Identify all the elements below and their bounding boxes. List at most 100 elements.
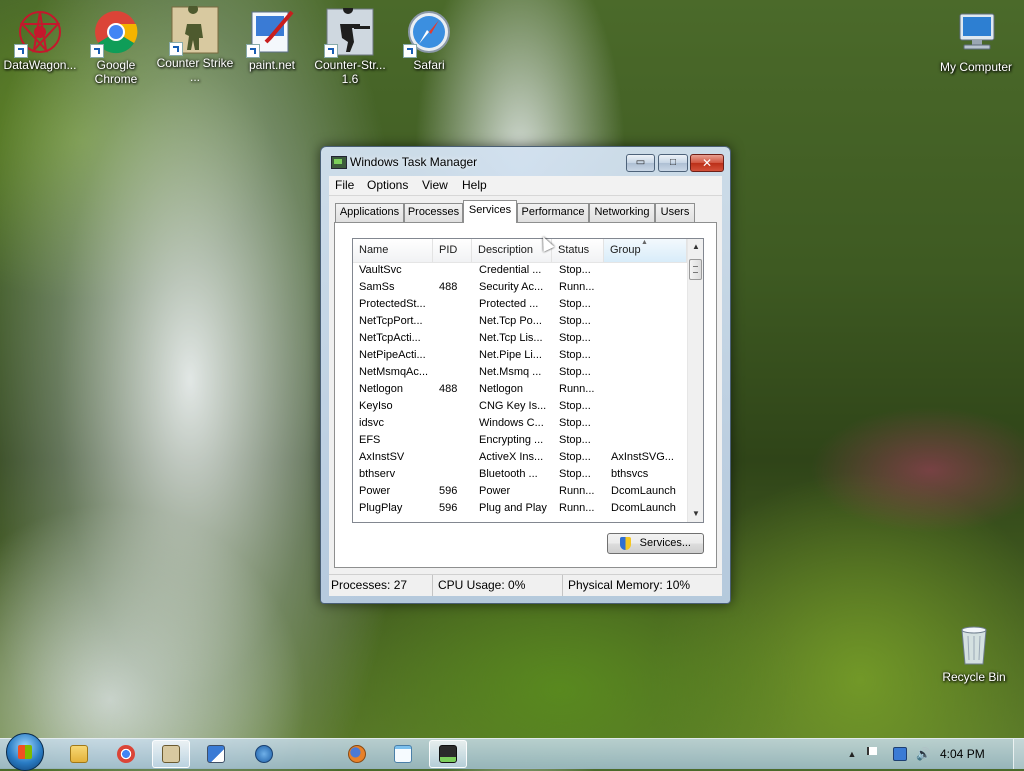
table-row[interactable]: SamSs 488 Security Ac... Runn... <box>353 280 687 297</box>
menu-bar: File Options View Help <box>329 176 722 196</box>
tab-services[interactable]: Services <box>463 200 517 223</box>
cell-description: Net.Msmq ... <box>479 366 542 378</box>
desktop-icon-label: Recycle Bin <box>942 670 1006 684</box>
menu-view[interactable]: View <box>422 178 448 192</box>
cell-group: DcomLaunch <box>611 485 676 497</box>
cell-status: Stop... <box>559 451 591 463</box>
sort-ascending-icon: ▲ <box>641 239 648 246</box>
table-row[interactable]: NetPipeActi... Net.Pipe Li... Stop... <box>353 348 687 365</box>
table-row[interactable]: KeyIso CNG Key Is... Stop... <box>353 399 687 416</box>
scroll-down-icon[interactable]: ▼ <box>688 506 703 522</box>
menu-file[interactable]: File <box>335 178 354 192</box>
taskbar-network[interactable] <box>245 740 283 768</box>
services-panel: Name PID Description Status Group ▲ Vaul… <box>334 222 717 568</box>
taskbar-clock[interactable]: 4:04 PM <box>940 747 985 761</box>
action-center-flag-icon[interactable] <box>867 747 877 755</box>
cell-status: Stop... <box>559 400 591 412</box>
my-computer-icon <box>952 10 1000 58</box>
taskbar-counter-strike[interactable] <box>152 740 190 768</box>
desktop-icon-my-computer[interactable]: My Computer <box>936 10 1016 74</box>
start-button[interactable] <box>6 733 44 771</box>
cell-status: Stop... <box>559 315 591 327</box>
desktop-icon-label: DataWagon... <box>3 58 77 72</box>
task-manager-icon <box>331 156 347 169</box>
table-row[interactable]: NetMsmqAc... Net.Msmq ... Stop... <box>353 365 687 382</box>
desktop-icon-google-chrome[interactable]: Google Chrome <box>76 8 156 86</box>
taskbar-paint-net[interactable] <box>197 740 235 768</box>
taskbar-notepad[interactable] <box>384 740 422 768</box>
table-row[interactable]: VaultSvc Credential ... Stop... <box>353 263 687 280</box>
column-header-status[interactable]: Status <box>552 239 604 262</box>
taskbar-firefox[interactable] <box>338 740 376 768</box>
taskbar-chrome[interactable] <box>107 740 145 768</box>
title-bar[interactable]: Windows Task Manager ▭ □ ✕ <box>321 147 730 175</box>
taskbar-explorer[interactable] <box>60 740 98 768</box>
column-header-pid[interactable]: PID <box>433 239 472 262</box>
taskbar: ▲ 🔊 4:04 PM <box>0 733 1024 771</box>
tab-networking[interactable]: Networking <box>589 203 655 222</box>
minimize-button[interactable]: ▭ <box>626 154 655 172</box>
close-button[interactable]: ✕ <box>690 154 724 172</box>
services-button[interactable]: Services... <box>607 533 704 554</box>
task-manager-window[interactable]: Windows Task Manager ▭ □ ✕ File Options … <box>320 146 731 604</box>
cell-description: Windows C... <box>479 417 544 429</box>
table-row[interactable]: EFS Encrypting ... Stop... <box>353 433 687 450</box>
counter-strike-icon <box>162 745 180 763</box>
list-header: Name PID Description Status Group ▲ <box>353 239 687 263</box>
menu-options[interactable]: Options <box>367 178 408 192</box>
table-row[interactable]: AxInstSV ActiveX Ins... Stop... AxInstSVG..… <box>353 450 687 467</box>
taskbar-task-manager[interactable] <box>429 740 467 768</box>
desktop-icon-datawagon[interactable]: DataWagon... <box>0 8 80 72</box>
tab-users[interactable]: Users <box>655 203 695 222</box>
tab-performance[interactable]: Performance <box>517 203 589 222</box>
desktop-icon-counter-strike[interactable]: Counter Strike ... <box>155 4 235 84</box>
cell-name: VaultSvc <box>359 264 402 276</box>
show-hidden-icons-icon[interactable]: ▲ <box>845 747 859 761</box>
desktop-icon-label: Google Chrome <box>94 58 138 86</box>
table-row[interactable]: NetTcpPort... Net.Tcp Po... Stop... <box>353 314 687 331</box>
cell-pid: 488 <box>439 281 458 293</box>
notepad-icon <box>394 745 412 763</box>
desktop-icon-counter-strike-16[interactable]: Counter-Str... 1.6 <box>310 4 390 86</box>
cell-name: PlugPlay <box>359 502 403 514</box>
cell-status: Stop... <box>559 434 591 446</box>
table-row[interactable]: NetTcpActi... Net.Tcp Lis... Stop... <box>353 331 687 348</box>
safari-icon <box>403 8 453 58</box>
cell-group: DcomLaunch <box>611 502 676 514</box>
status-cpu-usage: CPU Usage: 0% <box>432 575 562 596</box>
maximize-button[interactable]: □ <box>658 154 688 172</box>
table-row[interactable]: ProtectedSt... Protected ... Stop... <box>353 297 687 314</box>
table-row[interactable]: Netlogon 488 Netlogon Runn... <box>353 382 687 399</box>
desktop-icon-paint-net[interactable]: paint.net <box>232 8 312 72</box>
cell-name: Netlogon <box>359 383 404 395</box>
cell-description: Net.Pipe Li... <box>479 349 542 361</box>
table-row[interactable]: Power 596 Power Runn... DcomLaunch <box>353 484 687 501</box>
table-row[interactable]: idsvc Windows C... Stop... <box>353 416 687 433</box>
cell-name: AxInstSV <box>359 451 405 463</box>
cell-status: Stop... <box>559 468 591 480</box>
vertical-scrollbar[interactable]: ▲ ▼ <box>687 239 703 522</box>
client-area: Applications Processes Services Performa… <box>329 196 722 574</box>
desktop-icon-recycle-bin[interactable]: Recycle Bin <box>934 620 1014 684</box>
volume-icon[interactable]: 🔊 <box>916 747 931 761</box>
scrollbar-thumb[interactable] <box>689 259 702 280</box>
tab-processes[interactable]: Processes <box>404 203 463 222</box>
desktop-icon-safari[interactable]: Safari <box>389 8 469 72</box>
menu-help[interactable]: Help <box>462 178 487 192</box>
cell-status: Stop... <box>559 349 591 361</box>
column-header-name[interactable]: Name <box>353 239 433 262</box>
cell-name: ProtectedSt... <box>359 298 426 310</box>
tab-applications[interactable]: Applications <box>335 203 404 222</box>
chrome-icon <box>117 745 135 763</box>
cell-status: Runn... <box>559 383 595 395</box>
scroll-up-icon[interactable]: ▲ <box>688 239 703 255</box>
cell-description: Net.Tcp Lis... <box>479 332 543 344</box>
table-row[interactable]: bthserv Bluetooth ... Stop... bthsvcs <box>353 467 687 484</box>
services-list[interactable]: Name PID Description Status Group ▲ Vaul… <box>352 238 704 523</box>
maximize-icon: □ <box>669 157 677 168</box>
show-desktop-button[interactable] <box>1013 739 1024 769</box>
cell-description: Bluetooth ... <box>479 468 538 480</box>
recycle-bin-icon <box>950 620 998 668</box>
network-tray-icon[interactable] <box>893 747 907 761</box>
table-row[interactable]: PlugPlay 596 Plug and Play Runn... DcomLaunc… <box>353 501 687 518</box>
